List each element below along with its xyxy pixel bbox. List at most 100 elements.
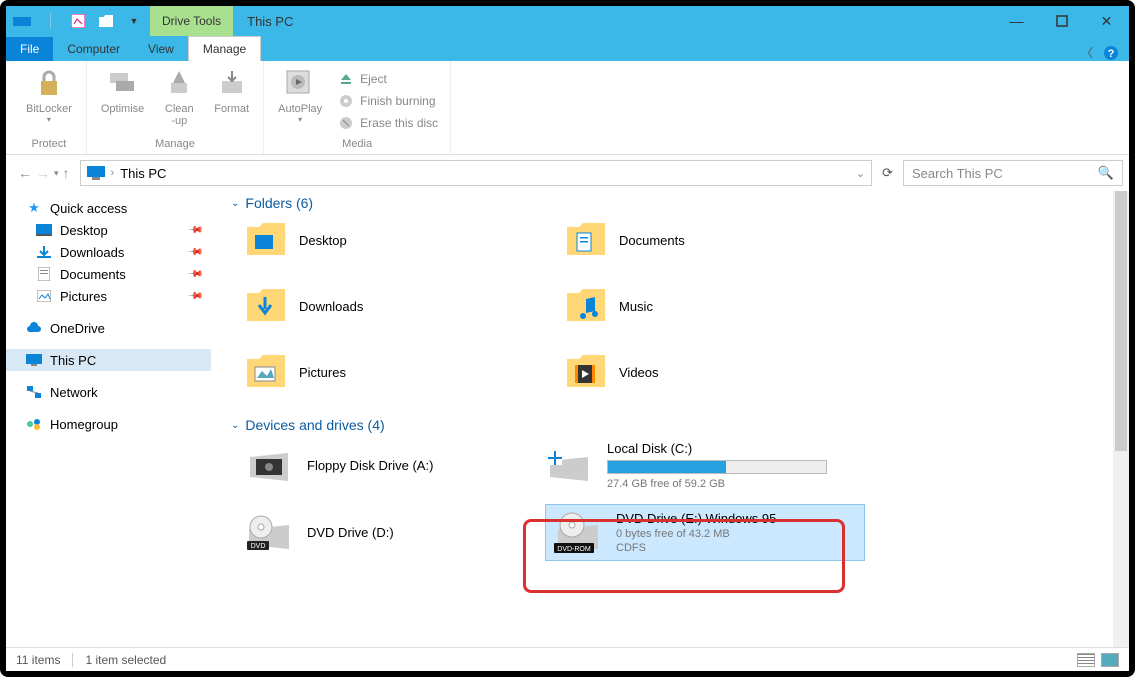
drive-label: Floppy Disk Drive (A:) bbox=[307, 458, 433, 473]
back-button[interactable]: ← bbox=[18, 165, 32, 181]
sidebar-this-pc[interactable]: This PC bbox=[6, 349, 211, 371]
bitlocker-button[interactable]: BitLocker ▾ bbox=[18, 63, 80, 138]
drive-free-label: 27.4 GB free of 59.2 GB bbox=[607, 478, 827, 490]
tab-manage[interactable]: Manage bbox=[188, 36, 261, 61]
sidebar-item-documents[interactable]: Documents 📌 bbox=[6, 263, 211, 285]
contextual-tab-label: Drive Tools bbox=[150, 6, 233, 36]
large-icons-view-icon[interactable] bbox=[1101, 653, 1119, 667]
folder-music[interactable]: Music bbox=[565, 285, 885, 327]
brush-icon bbox=[163, 67, 195, 99]
folders-header-label: Folders (6) bbox=[245, 195, 313, 211]
tab-file[interactable]: File bbox=[6, 37, 53, 61]
qat-dropdown-icon[interactable]: ▼ bbox=[124, 11, 144, 31]
erase-disc-button[interactable]: Erase this disc bbox=[332, 113, 444, 133]
up-button[interactable]: ↑ bbox=[63, 165, 70, 181]
properties-icon[interactable] bbox=[68, 11, 88, 31]
selection-count: 1 item selected bbox=[85, 653, 166, 667]
sidebar-homegroup[interactable]: Homegroup bbox=[6, 413, 211, 435]
folder-videos[interactable]: Videos bbox=[565, 351, 885, 393]
details-view-icon[interactable] bbox=[1077, 653, 1095, 667]
sidebar-item-downloads[interactable]: Downloads 📌 bbox=[6, 241, 211, 263]
optimise-button[interactable]: Optimise bbox=[93, 63, 152, 138]
address-bar[interactable]: › This PC ⌄ bbox=[80, 160, 873, 186]
navigation-row: ← → ▾ ↑ › This PC ⌄ ⟳ Search This PC 🔍 bbox=[6, 155, 1129, 191]
autoplay-button[interactable]: AutoPlay ▾ bbox=[270, 63, 330, 138]
drive-dvd-d[interactable]: DVD DVD Drive (D:) bbox=[245, 504, 545, 561]
drive-dvd-e[interactable]: DVD-ROM DVD Drive (E:) Windows 95 0 byte… bbox=[545, 504, 865, 561]
sidebar-quick-access[interactable]: ★ Quick access bbox=[6, 197, 211, 219]
sidebar-item-pictures[interactable]: Pictures 📌 bbox=[6, 285, 211, 307]
format-button[interactable]: Format bbox=[206, 63, 257, 138]
homegroup-label: Homegroup bbox=[50, 417, 118, 432]
finish-burning-button[interactable]: Finish burning bbox=[332, 91, 444, 111]
documents-label: Documents bbox=[60, 267, 126, 282]
autoplay-label: AutoPlay bbox=[278, 103, 322, 115]
downloads-label: Downloads bbox=[60, 245, 124, 260]
star-icon: ★ bbox=[26, 200, 42, 216]
chevron-down-icon: ⌄ bbox=[231, 420, 239, 431]
drive-label: DVD Drive (E:) Windows 95 bbox=[616, 511, 776, 526]
window-title: This PC bbox=[233, 14, 307, 29]
folder-downloads[interactable]: Downloads bbox=[245, 285, 565, 327]
tab-computer[interactable]: Computer bbox=[53, 37, 134, 61]
item-count: 11 items bbox=[16, 653, 60, 667]
svg-text:DVD: DVD bbox=[251, 543, 266, 550]
svg-text:?: ? bbox=[1108, 48, 1115, 60]
ribbon: BitLocker ▾ Protect Optimise Clean -up bbox=[6, 61, 1129, 155]
address-history-icon[interactable]: ⌄ bbox=[856, 167, 865, 180]
qat-separator bbox=[40, 11, 60, 31]
drives-section-header[interactable]: ⌄ Devices and drives (4) bbox=[231, 413, 1129, 441]
pin-icon: 📌 bbox=[186, 244, 203, 261]
search-placeholder: Search This PC bbox=[912, 166, 1003, 181]
system-menu-icon[interactable] bbox=[12, 11, 32, 31]
disc-icon bbox=[338, 93, 354, 109]
folder-icon bbox=[565, 219, 607, 261]
recent-locations-icon[interactable]: ▾ bbox=[54, 168, 59, 179]
tab-view[interactable]: View bbox=[134, 37, 188, 61]
folder-pictures[interactable]: Pictures bbox=[245, 351, 565, 393]
eject-button[interactable]: Eject bbox=[332, 69, 444, 89]
sidebar-item-desktop[interactable]: Desktop 📌 bbox=[6, 219, 211, 241]
help-icon[interactable]: ? bbox=[1103, 45, 1119, 61]
folder-label: Documents bbox=[619, 233, 685, 248]
onedrive-label: OneDrive bbox=[50, 321, 105, 336]
maximize-button[interactable] bbox=[1039, 6, 1084, 36]
minimize-button[interactable]: — bbox=[994, 6, 1039, 36]
folder-label: Downloads bbox=[299, 299, 363, 314]
dvd-drive-icon: DVD-ROM bbox=[554, 512, 602, 554]
breadcrumb-chevron-icon[interactable]: › bbox=[111, 167, 115, 179]
capacity-bar bbox=[607, 460, 827, 474]
lock-icon bbox=[33, 67, 65, 99]
status-divider bbox=[72, 653, 73, 667]
drive-floppy[interactable]: Floppy Disk Drive (A:) bbox=[245, 441, 545, 490]
refresh-button[interactable]: ⟳ bbox=[876, 165, 899, 181]
new-folder-icon[interactable] bbox=[96, 11, 116, 31]
group-manage-label: Manage bbox=[155, 138, 195, 152]
content-pane: ⌄ Folders (6) Desktop Documents Download… bbox=[211, 191, 1129, 647]
pin-icon: 📌 bbox=[186, 266, 203, 283]
folders-section-header[interactable]: ⌄ Folders (6) bbox=[231, 191, 1129, 219]
folder-desktop[interactable]: Desktop bbox=[245, 219, 565, 261]
drives-header-label: Devices and drives (4) bbox=[245, 417, 384, 433]
navigation-pane: ★ Quick access Desktop 📌 Downloads 📌 Doc… bbox=[6, 191, 211, 647]
drive-local-c[interactable]: Local Disk (C:) 27.4 GB free of 59.2 GB bbox=[545, 441, 865, 490]
folder-documents[interactable]: Documents bbox=[565, 219, 885, 261]
close-button[interactable]: ✕ bbox=[1084, 6, 1129, 36]
forward-button[interactable]: → bbox=[36, 165, 50, 181]
documents-icon bbox=[36, 266, 52, 282]
this-pc-label: This PC bbox=[50, 353, 96, 368]
drive-stack-icon bbox=[107, 67, 139, 99]
pin-icon: 📌 bbox=[186, 288, 203, 305]
collapse-ribbon-icon[interactable]: 〈 bbox=[1081, 44, 1093, 61]
eject-icon bbox=[338, 71, 354, 87]
status-bar: 11 items 1 item selected bbox=[6, 647, 1129, 671]
vertical-scrollbar[interactable] bbox=[1113, 191, 1129, 647]
folder-icon bbox=[565, 285, 607, 327]
sidebar-network[interactable]: Network bbox=[6, 381, 211, 403]
sidebar-onedrive[interactable]: OneDrive bbox=[6, 317, 211, 339]
search-input[interactable]: Search This PC 🔍 bbox=[903, 160, 1123, 186]
chevron-down-icon: ⌄ bbox=[231, 198, 239, 209]
cleanup-button[interactable]: Clean -up bbox=[154, 63, 204, 138]
breadcrumb-location[interactable]: This PC bbox=[120, 166, 166, 181]
group-protect-label: Protect bbox=[32, 138, 67, 152]
